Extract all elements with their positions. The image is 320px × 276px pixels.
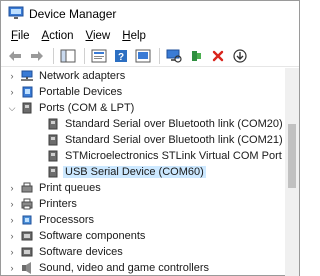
tree-item-software-devices[interactable]: › Software devices [7,244,123,260]
tree-item-portable-devices[interactable]: › Portable Devices [7,84,123,100]
menu-file[interactable]: File [5,30,36,42]
title-bar: Device Manager [1,1,299,27]
help-button[interactable]: ? [111,46,131,66]
disable-device-button[interactable] [230,46,250,66]
enable-device-icon [192,50,201,61]
port-device-icon [48,118,58,130]
forward-button[interactable] [27,46,47,66]
sound-icon [22,262,31,274]
port-device-icon [48,166,58,178]
update-driver-button[interactable] [133,46,153,66]
uninstall-icon [212,50,224,61]
show-hide-tree-button[interactable] [58,46,78,66]
portable-device-icon [22,86,33,98]
tree-item-sound-video-game[interactable]: › Sound, video and game controllers [7,260,209,276]
chevron-right-icon[interactable]: › [7,215,17,225]
network-icon [21,70,33,81]
tree-item-label: STMicroelectronics STLink Virtual COM Po… [65,150,285,162]
device-tree: › Network adapters › Portable Devices ⌵ … [1,68,285,276]
chevron-down-icon[interactable]: ⌵ [7,103,17,114]
svg-text:?: ? [118,52,124,63]
window-title: Device Manager [29,7,117,21]
tree-item-processors[interactable]: › Processors [7,212,95,228]
back-icon [9,50,21,61]
chevron-right-icon[interactable]: › [7,87,17,97]
console-tree-icon [60,49,76,62]
software-components-icon [21,231,33,241]
tree-item-com60[interactable]: USB Serial Device (COM60) [46,164,206,180]
tree-item-label: Processors [39,214,95,226]
tree-item-label: Sound, video and game controllers [39,262,209,274]
software-devices-icon [21,247,33,257]
tree-item-network-adapters[interactable]: › Network adapters [7,68,126,84]
toolbar: ? [1,45,299,67]
tree-item-label: Ports (COM & LPT) [39,102,135,114]
device-manager-icon [8,6,24,19]
tree-item-label: Standard Serial over Bluetooth link (COM… [65,118,283,130]
tree-item-label: Printers [39,198,77,210]
port-icon [22,102,32,114]
port-device-icon [48,150,58,162]
device-manager-window: Device Manager File Action View Help ? ›… [0,0,300,276]
tree-item-printers[interactable]: › Printers [7,196,77,212]
tree-item-software-components[interactable]: › Software components [7,228,146,244]
port-device-icon [48,134,58,146]
forward-icon [31,50,43,61]
menu-bar: File Action View Help [1,27,299,45]
tree-item-com21[interactable]: Standard Serial over Bluetooth link (COM… [46,132,283,148]
chevron-right-icon[interactable]: › [7,183,17,193]
printer-icon [21,198,33,210]
toolbar-separator [84,47,85,64]
properties-icon [91,49,107,62]
scrollbar-thumb[interactable] [288,124,296,188]
update-driver-icon [135,49,151,62]
tree-item-print-queues[interactable]: › Print queues [7,180,101,196]
chevron-right-icon[interactable]: › [7,71,17,81]
tree-item-label: Print queues [39,182,101,194]
tree-item-label: USB Serial Device (COM60) [63,166,206,178]
enable-device-button[interactable] [186,46,206,66]
print-queue-icon [21,182,33,193]
scan-hardware-button[interactable] [164,46,184,66]
help-icon: ? [115,49,127,63]
tree-item-label: Portable Devices [39,86,123,98]
menu-action[interactable]: Action [36,30,80,42]
menu-help[interactable]: Help [116,30,152,42]
vertical-scrollbar[interactable] [285,68,299,276]
back-button[interactable] [5,46,25,66]
tree-item-label: Standard Serial over Bluetooth link (COM… [65,134,283,146]
tree-item-label: Software devices [39,246,123,258]
menu-view[interactable]: View [80,30,117,42]
tree-item-label: Network adapters [39,70,126,82]
chevron-right-icon[interactable]: › [7,231,17,241]
tree-item-ports[interactable]: ⌵ Ports (COM & LPT) [7,100,135,116]
tree-item-com59[interactable]: STMicroelectronics STLink Virtual COM Po… [46,148,285,164]
chevron-right-icon[interactable]: › [7,247,17,257]
toolbar-separator [53,47,54,64]
toolbar-separator [159,47,160,64]
chevron-right-icon[interactable]: › [7,199,17,209]
tree-item-label: Software components [39,230,146,242]
uninstall-device-button[interactable] [208,46,228,66]
scan-hardware-icon [166,49,182,63]
processor-icon [22,215,32,225]
properties-button[interactable] [89,46,109,66]
disable-device-icon [233,48,247,63]
chevron-right-icon[interactable]: › [7,263,17,273]
tree-item-com20[interactable]: Standard Serial over Bluetooth link (COM… [46,116,283,132]
